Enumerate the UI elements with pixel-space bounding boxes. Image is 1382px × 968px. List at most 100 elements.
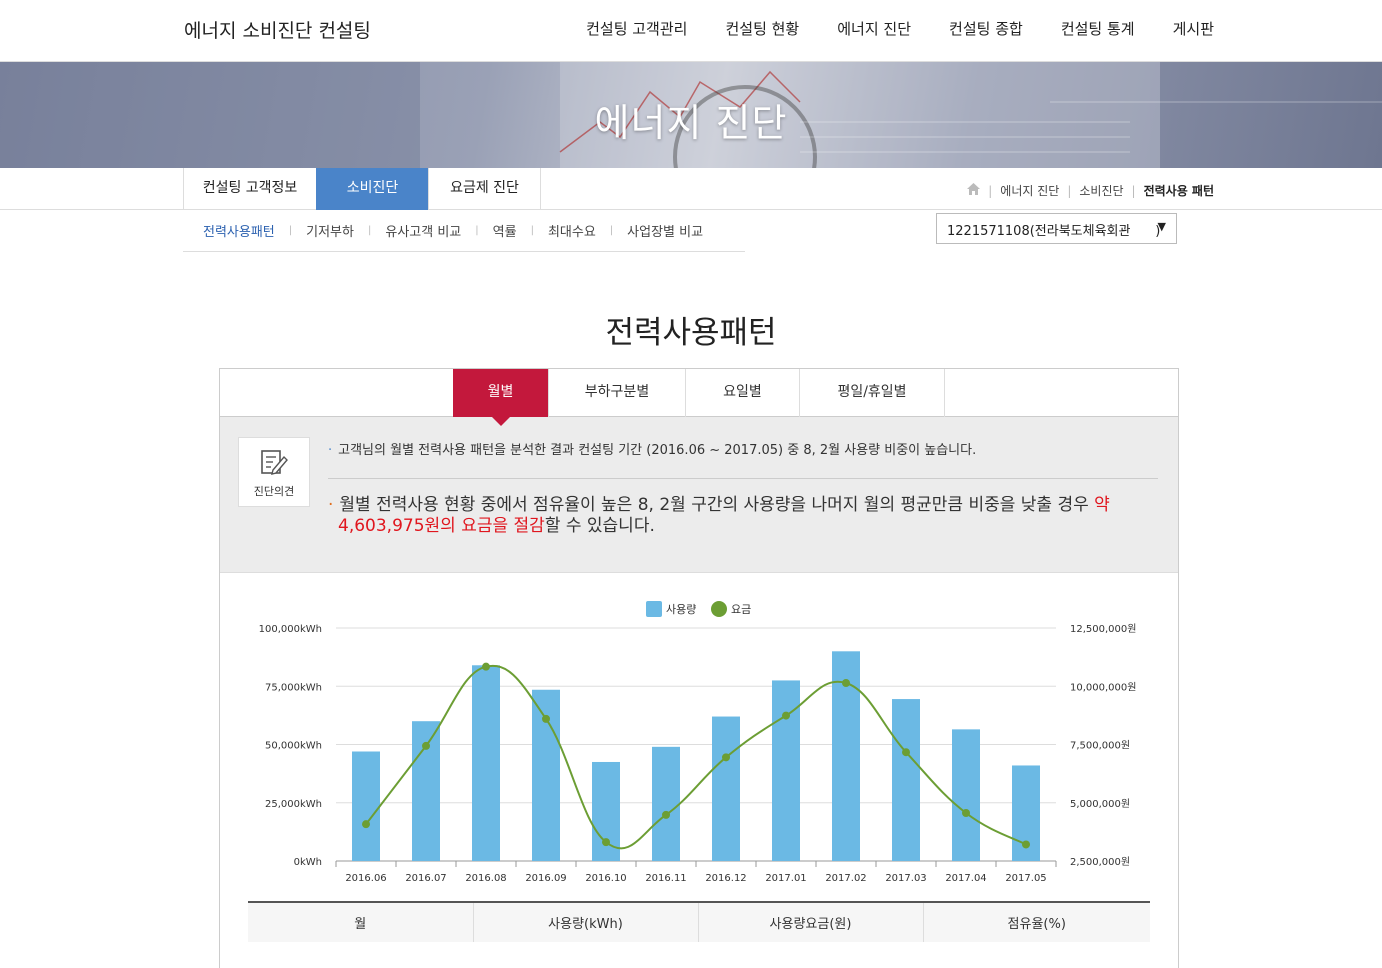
right-axis-tick-label: 2,500,000원 (1070, 856, 1130, 868)
opinion-line-2-end: 할 수 있습니다. (544, 516, 655, 536)
home-icon[interactable] (967, 183, 981, 198)
monthly-summary-table: 월 사용량(kWh) 사용량요금(원) 점유율(%) (248, 901, 1150, 942)
right-axis-tick-label: 12,500,000원 (1070, 623, 1136, 635)
charge-point (842, 678, 850, 687)
charge-point (722, 753, 730, 762)
x-axis-tick-label: 2016.11 (645, 873, 686, 884)
period-tabs: 월별 부하구분별 요일별 평일/휴일별 (220, 369, 1178, 426)
subtab-consumption-diagnosis[interactable]: 소비진단 (316, 168, 428, 210)
left-axis-tick-label: 0kWh (294, 857, 322, 868)
x-axis-tick-label: 2016.08 (465, 873, 506, 884)
customer-select-value: 1221571108(전라북도체육회관 ) (947, 224, 1161, 239)
subtab-customer-info[interactable]: 컨설팅 고객정보 (183, 168, 316, 210)
hero-title: 에너지 진단 (594, 101, 788, 145)
left-axis-tick-label: 100,000kWh (259, 624, 322, 635)
left-axis-tick-label: 75,000kWh (265, 682, 322, 693)
x-axis-tick-label: 2017.03 (885, 873, 926, 884)
x-axis-tick-label: 2016.07 (405, 873, 446, 884)
third-menu-row: 전력사용패턴 | 기저부하 | 유사고객 비교 | 역률 | 최대수요 | 사업… (0, 210, 1382, 262)
nav-consulting-summary[interactable]: 컨설팅 종합 (949, 18, 1023, 39)
left-axis-tick-label: 50,000kWh (265, 741, 322, 752)
customer-select[interactable]: 1221571108(전라북도체육회관 ) ▼ (936, 213, 1177, 244)
charge-point (602, 838, 610, 847)
right-axis-tick-label: 5,000,000원 (1070, 798, 1130, 810)
right-axis-tick-label: 7,500,000원 (1070, 740, 1130, 752)
charge-point (902, 748, 910, 757)
memo-pencil-icon (261, 450, 288, 475)
active-tab-pointer (491, 416, 511, 426)
x-axis-tick-label: 2016.06 (345, 873, 386, 884)
top-header: 에너지 소비진단 컨설팅 컨설팅 고객관리 컨설팅 현황 에너지 진단 컨설팅 … (0, 0, 1382, 62)
opinion-line-2: · 월별 전력사용 현황 중에서 점유율이 높은 8, 2월 구간의 사용량을 나… (328, 495, 1110, 536)
charge-point (422, 741, 430, 750)
nav-consulting-status[interactable]: 컨설팅 현황 (725, 18, 799, 39)
opinion-badge-label: 진단의견 (253, 485, 295, 498)
table-header-usage: 사용량(kWh) (473, 901, 699, 942)
table-header-charge: 사용량요금(원) (698, 901, 924, 942)
right-axis-tick-label: 10,000,000원 (1070, 681, 1136, 693)
usage-bar (472, 665, 500, 861)
charge-point (962, 809, 970, 818)
table-header-month: 월 (248, 901, 474, 942)
opinion-badge: 진단의견 (238, 437, 310, 507)
x-axis-tick-label: 2017.02 (825, 873, 866, 884)
legend-usage-swatch (646, 601, 662, 617)
content-box: 월별 부하구분별 요일별 평일/휴일별 진단의견 · 고객님의 월별 전력사용 패… (219, 368, 1179, 968)
table-header-row: 월 사용량(kWh) 사용량요금(원) 점유율(%) (248, 901, 1150, 942)
chart-svg: 사용량 요금 0kWh 2,500,000원 25,000kWh 5,000,000원 50… (259, 601, 1136, 884)
subtabs: 컨설팅 고객정보 소비진단 요금제 진단 (183, 168, 541, 210)
x-axis-tick-label: 2017.04 (945, 873, 986, 884)
page-title: 전력사용패턴 (605, 315, 777, 351)
charge-line (365, 664, 1027, 850)
nav-energy-diagnosis[interactable]: 에너지 진단 (837, 18, 911, 39)
opinion-divider (328, 478, 1158, 479)
x-axis-tick-label: 2016.12 (705, 873, 746, 884)
diagnosis-opinion: 진단의견 · 고객님의 월별 전력사용 패턴을 분석한 결과 컨설팅 기간 (20… (220, 417, 1178, 573)
breadcrumb-energy-diagnosis[interactable]: 에너지 진단 (1000, 182, 1059, 199)
usage-bar (712, 716, 740, 861)
x-axis-tick-label: 2016.10 (585, 873, 626, 884)
usage-bar (352, 751, 380, 861)
opinion-line-1: · 고객님의 월별 전력사용 패턴을 분석한 결과 컨설팅 기간 (2016.06… (328, 443, 977, 458)
site-title[interactable]: 에너지 소비진단 컨설팅 (184, 16, 371, 43)
opinion-line-1-text: 고객님의 월별 전력사용 패턴을 분석한 결과 컨설팅 기간 (2016.06 … (338, 443, 977, 458)
charge-point (542, 714, 550, 723)
nav-customer-management[interactable]: 컨설팅 고객관리 (586, 18, 687, 39)
left-axis-tick-label: 25,000kWh (265, 799, 322, 810)
table-header-share: 점유율(%) (923, 901, 1150, 942)
charge-point (482, 662, 490, 671)
x-axis-tick-label: 2017.01 (765, 873, 806, 884)
usage-bar (592, 761, 620, 861)
subtabs-row: 컨설팅 고객정보 소비진단 요금제 진단 | 에너지 진단 | 소비진단 | 전… (0, 168, 1382, 210)
subtab-rate-diagnosis[interactable]: 요금제 진단 (428, 168, 541, 210)
usage-bar (952, 729, 980, 861)
legend-charge-label: 요금 (731, 603, 751, 616)
monthly-usage-chart: 사용량 요금 0kWh 2,500,000원 25,000kWh 5,000,000원 50… (220, 573, 1178, 903)
charge-point (362, 820, 370, 829)
tab-weekday[interactable]: 요일별 (686, 369, 800, 417)
tab-load-type[interactable]: 부하구분별 (548, 369, 686, 417)
breadcrumb-consumption-diagnosis[interactable]: 소비진단 (1079, 182, 1123, 199)
x-axis-tick-label: 2016.09 (525, 873, 566, 884)
dropdown-arrow-icon: ▼ (1157, 220, 1166, 233)
menu-similar-customer-compare[interactable]: 유사고객 비교 (385, 221, 461, 240)
main-nav: 컨설팅 고객관리 컨설팅 현황 에너지 진단 컨설팅 종합 컨설팅 통계 게시판 (548, 18, 1214, 39)
menu-site-compare[interactable]: 사업장별 비교 (627, 221, 703, 240)
charge-point (1022, 840, 1030, 849)
nav-board[interactable]: 게시판 (1173, 18, 1214, 39)
legend-charge-swatch (711, 601, 727, 617)
breadcrumb-current: 전력사용 패턴 (1143, 184, 1214, 198)
charge-point (662, 810, 670, 819)
nav-consulting-statistics[interactable]: 컨설팅 통계 (1061, 18, 1135, 39)
menu-power-usage-pattern[interactable]: 전력사용패턴 (203, 221, 275, 240)
menu-power-factor[interactable]: 역률 (493, 221, 517, 240)
menu-max-demand[interactable]: 최대수요 (548, 221, 596, 240)
hero-banner: 에너지 진단 (0, 62, 1382, 168)
menu-base-load[interactable]: 기저부하 (306, 221, 354, 240)
tab-weekday-holiday[interactable]: 평일/휴일별 (800, 369, 945, 417)
usage-bar (652, 746, 680, 861)
usage-bar (892, 699, 920, 861)
breadcrumb: | 에너지 진단 | 소비진단 | 전력사용 패턴 (967, 182, 1214, 199)
legend-usage-label: 사용량 (666, 603, 696, 616)
tab-monthly[interactable]: 월별 (453, 369, 548, 417)
